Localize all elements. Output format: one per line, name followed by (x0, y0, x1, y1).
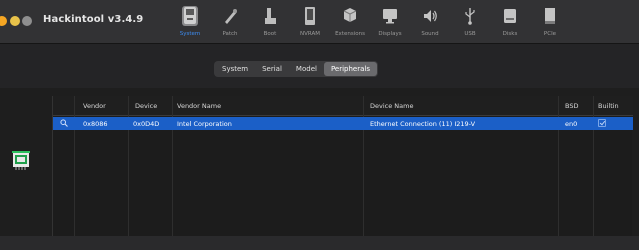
disks-icon (504, 9, 516, 23)
cell-vendor-name: Intel Corporation (177, 119, 232, 128)
toolbar-patch-label: Patch (222, 31, 238, 37)
cell-device: 0x0D4D (133, 119, 160, 128)
toolbar-sound-label: Sound (421, 31, 439, 37)
hackintool-window: Hackintool v3.4.9 System Patch Boot NVRA… (0, 0, 639, 250)
toolbar-boot-label: Boot (263, 31, 277, 37)
toolbar-nvram-label: NVRAM (300, 31, 320, 37)
app-title: Hackintool v3.4.9 (43, 14, 144, 25)
tab-segmented-control: System Serial Model Peripherals (214, 61, 378, 77)
main-toolbar: System Patch Boot NVRAM Extensions Displ… (170, 4, 570, 42)
cell-vendor: 0x8086 (83, 119, 108, 128)
cell-bsd: en0 (565, 119, 578, 128)
tab-peripherals[interactable]: Peripherals (323, 62, 377, 76)
column-header-vendor[interactable]: Vendor (83, 102, 106, 110)
displays-icon (383, 9, 397, 24)
pcie-icon (545, 8, 555, 24)
column-header-bsd[interactable]: BSD (565, 102, 578, 110)
patch-icon (225, 9, 237, 24)
table-row[interactable]: 0x8086 0x0D4D Intel Corporation Ethernet… (53, 117, 633, 130)
usb-icon (465, 8, 475, 25)
column-header-builtin[interactable]: Builtin (598, 102, 619, 110)
toolbar-disks-label: Disks (502, 31, 518, 37)
tab-system[interactable]: System (215, 62, 255, 76)
tab-serial[interactable]: Serial (255, 62, 289, 76)
column-header-device-name[interactable]: Device Name (370, 102, 413, 110)
toolbar-nvram-button[interactable]: NVRAM (290, 4, 330, 42)
toolbar-usb-label: USB (464, 31, 476, 37)
column-header-device[interactable]: Device (135, 102, 157, 110)
nvram-icon (305, 7, 315, 25)
toolbar-extensions-button[interactable]: Extensions (330, 4, 370, 42)
bottom-bar (0, 236, 639, 250)
toolbar-pcie-button[interactable]: PCIe (530, 4, 570, 42)
title-bar: Hackintool v3.4.9 System Patch Boot NVRA… (0, 0, 639, 44)
sound-icon (424, 10, 437, 22)
toolbar-disks-button[interactable]: Disks (490, 4, 530, 42)
toolbar-displays-label: Displays (378, 31, 402, 37)
toolbar-pcie-label: PCIe (543, 31, 557, 37)
extensions-icon (343, 8, 357, 22)
toolbar-usb-button[interactable]: USB (450, 4, 490, 42)
boot-icon (265, 8, 276, 24)
system-icon (182, 6, 198, 26)
zoom-window-button[interactable] (22, 16, 32, 26)
toolbar-boot-button[interactable]: Boot (250, 4, 290, 42)
toolbar-system-label: System (179, 31, 201, 37)
peripherals-table: Vendor Device Vendor Name Device Name BS… (52, 96, 633, 250)
toolbar-sound-button[interactable]: Sound (410, 4, 450, 42)
minimize-window-button[interactable] (10, 16, 20, 26)
toolbar-system-button[interactable]: System (170, 4, 210, 42)
column-header-vendor-name[interactable]: Vendor Name (177, 102, 221, 110)
table-header: Vendor Device Vendor Name Device Name BS… (53, 96, 633, 116)
builtin-checkbox[interactable] (598, 119, 606, 127)
toolbar-displays-button[interactable]: Displays (370, 4, 410, 42)
toolbar-extensions-label: Extensions (335, 31, 365, 37)
cell-device-name: Ethernet Connection (11) I219-V (370, 119, 476, 128)
magnifier-icon[interactable] (60, 119, 68, 127)
network-card-icon (12, 151, 30, 170)
toolbar-patch-button[interactable]: Patch (210, 4, 250, 42)
tab-model[interactable]: Model (289, 62, 324, 76)
close-window-button[interactable] (0, 16, 7, 26)
